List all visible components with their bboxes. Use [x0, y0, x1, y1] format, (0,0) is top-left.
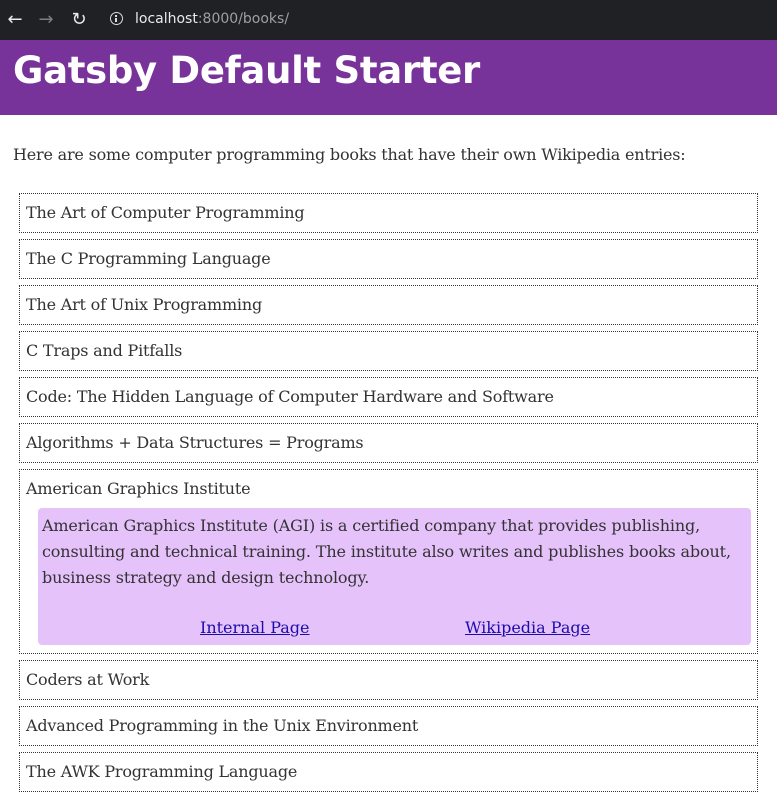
book-item[interactable]: The Art of Unix Programming [19, 285, 758, 325]
book-item[interactable]: Code: The Hidden Language of Computer Ha… [19, 377, 758, 417]
book-item[interactable]: The Art of Computer Programming [19, 193, 758, 233]
book-item[interactable]: Coders at Work [19, 660, 758, 700]
book-item[interactable]: Algorithms + Data Structures = Programs [19, 423, 758, 463]
address-bar[interactable]: localhost:8000/books/ [104, 3, 777, 37]
book-list: The Art of Computer Programming The C Pr… [19, 193, 758, 798]
site-title[interactable]: Gatsby Default Starter [13, 48, 480, 94]
book-title[interactable]: C Traps and Pitfalls [26, 332, 751, 370]
book-title[interactable]: The Art of Unix Programming [26, 286, 751, 324]
book-detail-panel: American Graphics Institute (AGI) is a c… [38, 508, 751, 645]
internal-page-link[interactable]: Internal Page [200, 619, 310, 637]
arrow-left-icon[interactable]: ← [3, 8, 27, 32]
book-title[interactable]: Algorithms + Data Structures = Programs [26, 424, 751, 462]
book-title[interactable]: American Graphics Institute [26, 470, 751, 508]
book-title[interactable]: The AWK Programming Language [26, 753, 751, 791]
book-item[interactable]: The C Programming Language [19, 239, 758, 279]
book-title[interactable]: Advanced Programming in the Unix Environ… [26, 707, 751, 745]
wikipedia-page-link[interactable]: Wikipedia Page [465, 619, 590, 637]
url-text[interactable]: localhost:8000/books/ [135, 11, 289, 27]
url-path: :8000/books/ [197, 11, 290, 27]
site-header: Gatsby Default Starter [0, 40, 777, 115]
book-item[interactable]: The AWK Programming Language [19, 752, 758, 792]
info-icon[interactable] [110, 12, 123, 25]
book-description: American Graphics Institute (AGI) is a c… [42, 516, 731, 587]
browser-toolbar: ← → ↻ localhost:8000/books/ [0, 0, 777, 40]
book-title[interactable]: The Art of Computer Programming [26, 194, 751, 232]
intro-text: Here are some computer programming books… [13, 145, 686, 164]
book-item[interactable]: C Traps and Pitfalls [19, 331, 758, 371]
book-item[interactable]: Advanced Programming in the Unix Environ… [19, 706, 758, 746]
book-item-expanded[interactable]: American Graphics Institute American Gra… [19, 469, 758, 654]
book-title[interactable]: Coders at Work [26, 661, 751, 699]
book-title[interactable]: Code: The Hidden Language of Computer Ha… [26, 378, 751, 416]
arrow-right-icon[interactable]: → [34, 8, 58, 32]
url-host: localhost [135, 11, 198, 27]
reload-icon[interactable]: ↻ [67, 8, 91, 32]
book-title[interactable]: The C Programming Language [26, 240, 751, 278]
